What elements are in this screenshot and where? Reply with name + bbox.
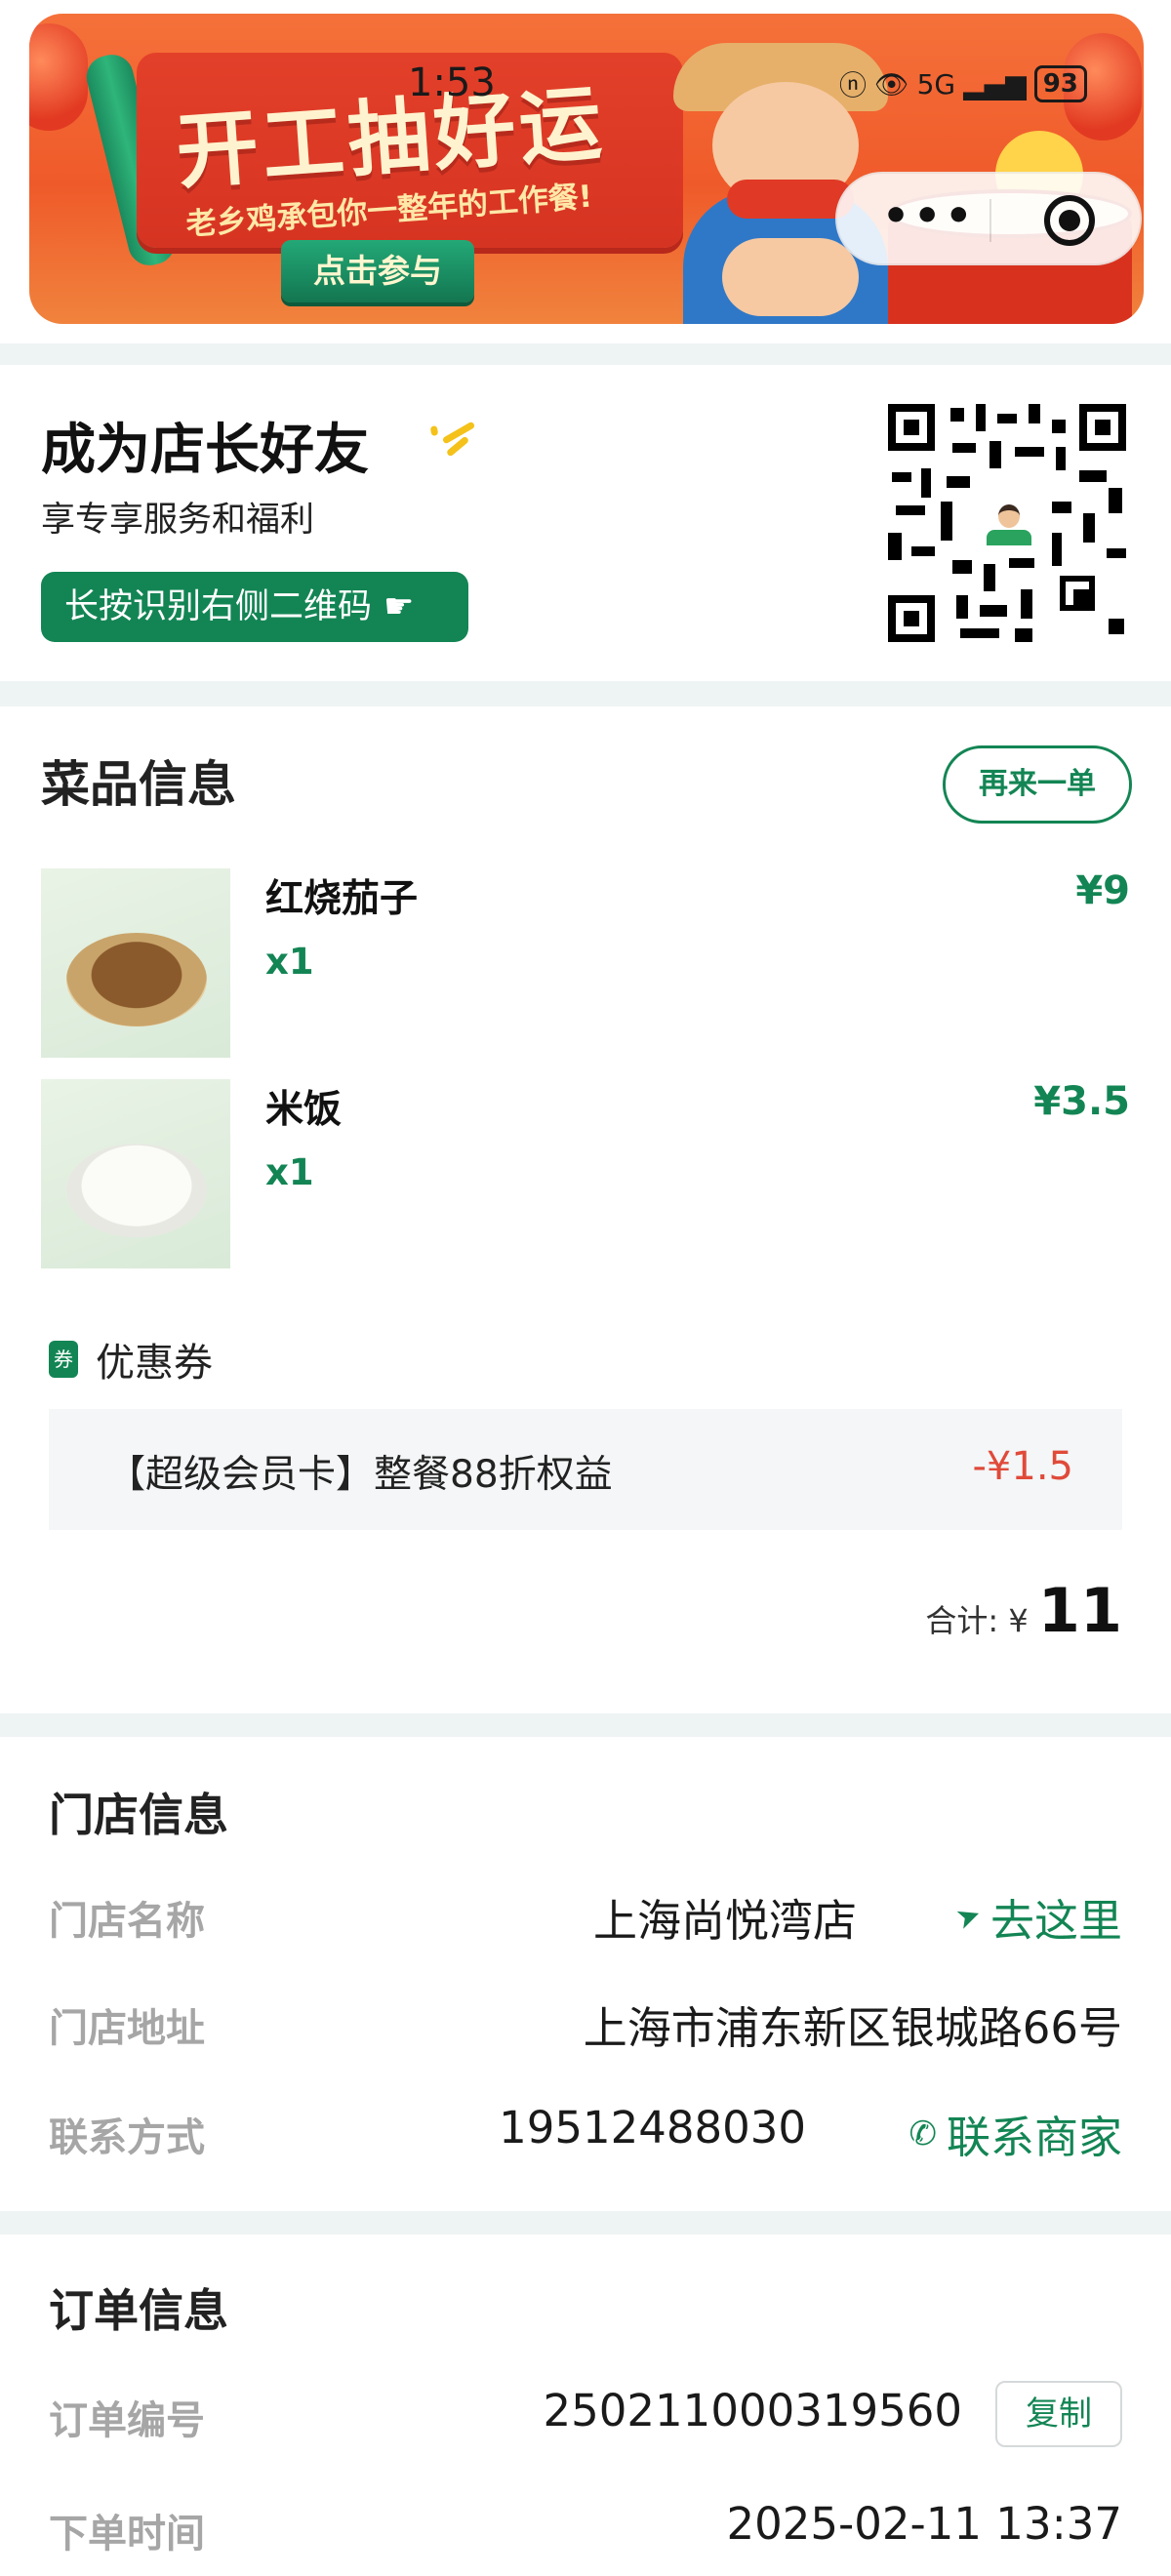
promo-banner[interactable]: 开工抽好运 老乡鸡承包你一整年的工作餐! 点击参与 bbox=[29, 14, 1144, 324]
capsule-divider bbox=[989, 199, 991, 242]
store-address-row: 门店地址 上海市浦东新区银城路66号 bbox=[0, 1989, 1171, 2057]
network-label: 5G bbox=[916, 67, 956, 101]
pointing-hand-icon: ☛ bbox=[384, 587, 415, 626]
dish-name: 红烧茄子 bbox=[265, 877, 419, 921]
dish-image bbox=[41, 868, 230, 1058]
lantern-decoration bbox=[29, 23, 88, 131]
order-time-value: 2025-02-11 13:37 bbox=[726, 2498, 1122, 2550]
order-number-value: 250211000319560 bbox=[543, 2385, 962, 2436]
phone-icon: ✆ bbox=[909, 2113, 937, 2153]
total-label: 合计: ¥ bbox=[925, 1602, 1029, 1639]
coupon-discount: -¥1.5 bbox=[972, 1444, 1074, 1489]
dish-name: 米饭 bbox=[265, 1088, 343, 1132]
battery-icon: 93 bbox=[1033, 65, 1087, 102]
close-target-icon[interactable] bbox=[1044, 195, 1095, 246]
contact-merchant-link[interactable]: ✆ 联系商家 bbox=[909, 2102, 1122, 2165]
banner-cta-button[interactable]: 点击参与 bbox=[281, 240, 474, 302]
navigate-link[interactable]: ➤ 去这里 bbox=[951, 1885, 1122, 1949]
copy-button[interactable]: 复制 bbox=[995, 2381, 1122, 2447]
store-info-card: 门店信息 门店名称 上海尚悦湾店 ➤ 去这里 门店地址 上海市浦东新区银城路66… bbox=[0, 1737, 1171, 2211]
store-phone-value: 19512488030 bbox=[499, 2102, 806, 2153]
order-info-card: 订单信息 订单编号 250211000319560 复制 下单时间 2025-0… bbox=[0, 2234, 1171, 2576]
store-contact-key: 联系方式 bbox=[49, 2115, 205, 2160]
order-info-title: 订单信息 bbox=[49, 2284, 228, 2337]
order-number-key: 订单编号 bbox=[49, 2398, 205, 2443]
dishes-title: 菜品信息 bbox=[41, 756, 236, 813]
coupon-name: 【超级会员卡】整餐88折权益 bbox=[107, 1453, 613, 1497]
contact-merchant-label: 联系商家 bbox=[946, 2112, 1122, 2163]
coupon-header: 券 优惠券 bbox=[49, 1331, 213, 1388]
dish-price: ¥3.5 bbox=[1033, 1079, 1130, 1124]
order-total: 合计: ¥ 11 bbox=[925, 1575, 1122, 1646]
order-time-key: 下单时间 bbox=[49, 2512, 205, 2556]
store-manager-friend-card: 成为店长好友 享专享服务和福利 长按识别右侧二维码 ☛ bbox=[0, 365, 1171, 681]
total-value: 11 bbox=[1037, 1575, 1122, 1646]
avatar bbox=[982, 498, 1032, 548]
store-name-key: 门店名称 bbox=[49, 1899, 205, 1944]
order-time-row: 下单时间 2025-02-11 13:37 bbox=[0, 2494, 1171, 2562]
store-contact-row: 联系方式 19512488030 ✆ 联系商家 bbox=[0, 2098, 1171, 2166]
dish-price: ¥9 bbox=[1075, 868, 1130, 913]
friend-card-title: 成为店长好友 bbox=[41, 419, 369, 482]
store-info-title: 门店信息 bbox=[49, 1789, 228, 1841]
sparkle-icon bbox=[425, 408, 484, 458]
status-icons: ⓝ 👁 5G ▂▄▆ 93 bbox=[839, 64, 1087, 103]
coupon-row: 【超级会员卡】整餐88折权益 -¥1.5 bbox=[49, 1409, 1122, 1530]
dish-item[interactable]: 米饭 x1 ¥3.5 bbox=[0, 1079, 1171, 1270]
dish-quantity: x1 bbox=[265, 1151, 314, 1193]
navigate-label: 去这里 bbox=[989, 1895, 1122, 1947]
store-name-row: 门店名称 上海尚悦湾店 ➤ 去这里 bbox=[0, 1881, 1171, 1950]
store-manager-qr-code[interactable] bbox=[888, 404, 1126, 642]
navigation-arrow-icon: ➤ bbox=[950, 1896, 987, 1938]
friend-card-subtitle: 享专享服务和福利 bbox=[41, 501, 315, 540]
eye-icon: 👁 bbox=[874, 67, 909, 101]
more-dots-icon[interactable]: ••• bbox=[882, 195, 976, 238]
store-address-value: 上海市浦东新区银城路66号 bbox=[583, 2002, 1122, 2054]
coupon-label: 优惠券 bbox=[96, 1341, 213, 1386]
order-number-row: 订单编号 250211000319560 复制 bbox=[0, 2381, 1171, 2449]
scan-qr-hint-label: 长按识别右侧二维码 bbox=[64, 587, 373, 626]
dish-quantity: x1 bbox=[265, 941, 314, 983]
store-name-value: 上海尚悦湾店 bbox=[592, 1895, 857, 1947]
signal-icon: ▂▄▆ bbox=[963, 67, 1027, 101]
miniprogram-capsule: ••• bbox=[835, 172, 1142, 265]
status-time: 1:53 bbox=[408, 60, 496, 105]
dish-image bbox=[41, 1079, 230, 1268]
scan-qr-hint-button[interactable]: 长按识别右侧二维码 ☛ bbox=[41, 572, 468, 642]
reorder-button[interactable]: 再来一单 bbox=[943, 745, 1132, 824]
store-address-key: 门店地址 bbox=[49, 2006, 205, 2051]
nfc-icon: ⓝ bbox=[839, 69, 868, 101]
dishes-card: 菜品信息 再来一单 红烧茄子 x1 ¥9 米饭 x1 ¥3.5 券 优惠券 【超… bbox=[0, 706, 1171, 1713]
coupon-tag-icon: 券 bbox=[49, 1341, 78, 1378]
dish-item[interactable]: 红烧茄子 x1 ¥9 bbox=[0, 868, 1171, 1060]
